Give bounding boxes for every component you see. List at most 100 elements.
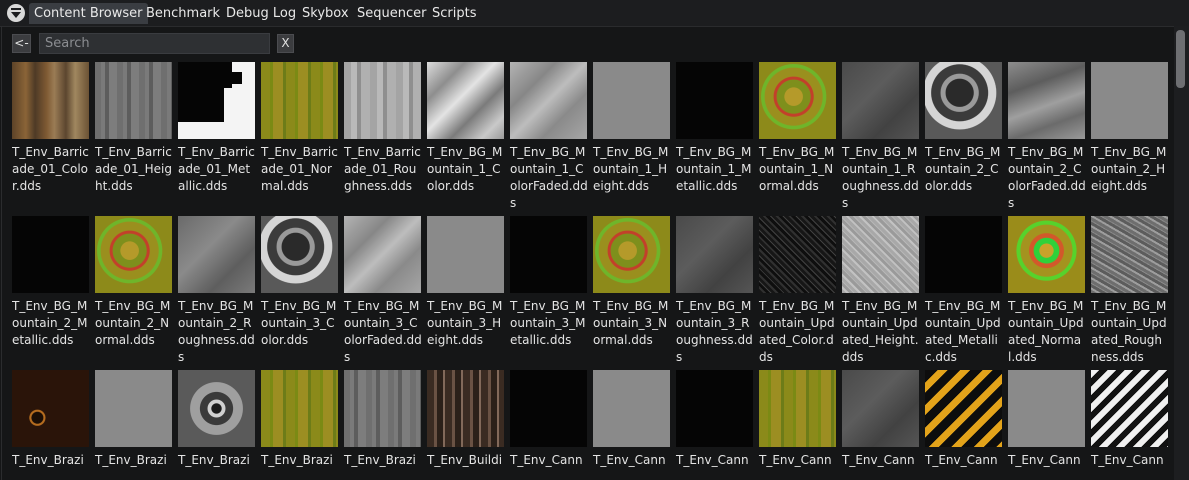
asset-item[interactable]: T_Env_BG_Mountain_3_Height.dds [427,216,505,349]
asset-item[interactable]: T_Env_BG_Mountain_2_Normal.dds [95,216,173,349]
asset-item[interactable]: T_Env_BG_Mountain_1_Normal.dds [759,62,837,195]
texture-thumbnail[interactable] [261,62,338,139]
texture-thumbnail[interactable] [1008,370,1085,447]
asset-item[interactable]: T_Env_Brazi [95,370,173,469]
asset-item[interactable]: T_Env_Cann [759,370,837,469]
asset-item[interactable]: T_Env_BG_Mountain_Updated_Normal.dds [1008,216,1086,366]
texture-thumbnail[interactable] [593,216,670,293]
asset-item[interactable]: T_Env_BG_Mountain_1_Height.dds [593,62,671,195]
texture-thumbnail[interactable] [344,370,421,447]
asset-item[interactable]: T_Env_BG_Mountain_Updated_Height.dds [842,216,920,366]
asset-item[interactable]: T_Env_BG_Mountain_2_Color.dds [925,62,1003,195]
asset-item[interactable]: T_Env_BG_Mountain_3_Normal.dds [593,216,671,349]
tab-bar: Content Browser Benchmark Debug Log Skyb… [0,0,1189,27]
asset-item[interactable]: T_Env_BG_Mountain_1_ColorFaded.dds [510,62,588,212]
asset-item[interactable]: T_Env_Cann [842,370,920,469]
asset-item[interactable]: T_Env_Cann [593,370,671,469]
asset-item[interactable]: T_Env_Cann [1008,370,1086,469]
texture-thumbnail[interactable] [95,62,172,139]
texture-thumbnail[interactable] [510,370,587,447]
texture-thumbnail[interactable] [593,370,670,447]
clear-search-button[interactable]: X [277,34,294,53]
texture-thumbnail[interactable] [95,216,172,293]
asset-item[interactable]: T_Env_Barricade_01_Normal.dds [261,62,339,195]
asset-item[interactable]: T_Env_Barricade_01_Color.dds [12,62,90,195]
texture-thumbnail[interactable] [12,62,89,139]
asset-item[interactable]: T_Env_Barricade_01_Roughness.dds [344,62,422,195]
texture-thumbnail[interactable] [12,216,89,293]
asset-item[interactable]: T_Env_Cann [925,370,1003,469]
scrollbar-thumb[interactable] [1176,30,1185,88]
tab-scripts[interactable]: Scripts [432,3,476,24]
asset-item[interactable]: T_Env_Brazi [261,370,339,469]
asset-item[interactable]: T_Env_Brazi [344,370,422,469]
triangle-menu-icon[interactable] [7,4,25,22]
asset-item[interactable]: T_Env_BG_Mountain_Updated_Roughness.dds [1091,216,1169,366]
asset-grid: T_Env_Barricade_01_Color.dds T_Env_Barric… [12,62,1172,480]
texture-thumbnail[interactable] [759,216,836,293]
asset-item[interactable]: T_Env_BG_Mountain_3_Color.dds [261,216,339,349]
texture-thumbnail[interactable] [1091,62,1168,139]
asset-item[interactable]: T_Env_Barricade_01_Metallic.dds [178,62,256,195]
texture-thumbnail[interactable] [1008,216,1085,293]
asset-item[interactable]: T_Env_Brazi [12,370,90,469]
tab-benchmark[interactable]: Benchmark [146,3,220,24]
tab-sequencer[interactable]: Sequencer [357,3,426,24]
asset-item[interactable]: T_Env_BG_Mountain_2_ColorFaded.dds [1008,62,1086,212]
texture-thumbnail[interactable] [1091,216,1168,293]
vertical-scrollbar[interactable] [1174,26,1189,480]
texture-thumbnail[interactable] [759,370,836,447]
texture-thumbnail[interactable] [925,216,1002,293]
back-button[interactable]: <- [12,34,31,53]
texture-thumbnail[interactable] [759,62,836,139]
search-input[interactable] [39,33,270,54]
asset-item[interactable]: T_Env_BG_Mountain_1_Metallic.dds [676,62,754,195]
texture-thumbnail[interactable] [1091,370,1168,447]
texture-thumbnail[interactable] [842,62,919,139]
asset-item[interactable]: T_Env_BG_Mountain_1_Color.dds [427,62,505,195]
texture-thumbnail[interactable] [510,62,587,139]
tab-content-browser[interactable]: Content Browser [29,3,148,24]
texture-thumbnail[interactable] [178,216,255,293]
texture-thumbnail[interactable] [427,370,504,447]
texture-thumbnail[interactable] [178,62,255,139]
asset-item[interactable]: T_Env_Cann [1091,370,1169,469]
asset-item[interactable]: T_Env_BG_Mountain_3_Roughness.dds [676,216,754,366]
asset-item[interactable]: T_Env_BG_Mountain_2_Metallic.dds [12,216,90,349]
texture-thumbnail[interactable] [925,62,1002,139]
asset-item[interactable]: T_Env_BG_Mountain_Updated_Metallic.dds [925,216,1003,366]
asset-item[interactable]: T_Env_Barricade_01_Height.dds [95,62,173,195]
texture-thumbnail[interactable] [344,62,421,139]
asset-item[interactable]: T_Env_BG_Mountain_1_Roughness.dds [842,62,920,212]
texture-thumbnail[interactable] [842,216,919,293]
tab-skybox[interactable]: Skybox [302,3,349,24]
texture-thumbnail[interactable] [510,216,587,293]
asset-filename: T_Env_BG_Mountain_3_Metallic.dds [510,299,586,347]
texture-thumbnail[interactable] [261,216,338,293]
texture-thumbnail[interactable] [676,370,753,447]
asset-item[interactable]: T_Env_BG_Mountain_3_Metallic.dds [510,216,588,349]
asset-item[interactable]: T_Env_BG_Mountain_Updated_Color.dds [759,216,837,366]
texture-thumbnail[interactable] [427,62,504,139]
tab-debug-log[interactable]: Debug Log [226,3,296,24]
asset-filename: T_Env_Barricade_01_Color.dds [12,145,89,193]
texture-thumbnail[interactable] [261,370,338,447]
texture-thumbnail[interactable] [12,370,89,447]
texture-thumbnail[interactable] [344,216,421,293]
texture-thumbnail[interactable] [925,370,1002,447]
asset-item[interactable]: T_Env_BG_Mountain_2_Roughness.dds [178,216,256,366]
texture-thumbnail[interactable] [427,216,504,293]
texture-thumbnail[interactable] [178,370,255,447]
asset-item[interactable]: T_Env_BG_Mountain_3_ColorFaded.dds [344,216,422,366]
asset-item[interactable]: T_Env_Brazi [178,370,256,469]
texture-thumbnail[interactable] [842,370,919,447]
asset-item[interactable]: T_Env_Buildi [427,370,505,469]
asset-item[interactable]: T_Env_Cann [510,370,588,469]
texture-thumbnail[interactable] [593,62,670,139]
texture-thumbnail[interactable] [676,62,753,139]
asset-item[interactable]: T_Env_BG_Mountain_2_Height.dds [1091,62,1169,195]
texture-thumbnail[interactable] [1008,62,1085,139]
texture-thumbnail[interactable] [676,216,753,293]
asset-item[interactable]: T_Env_Cann [676,370,754,469]
texture-thumbnail[interactable] [95,370,172,447]
